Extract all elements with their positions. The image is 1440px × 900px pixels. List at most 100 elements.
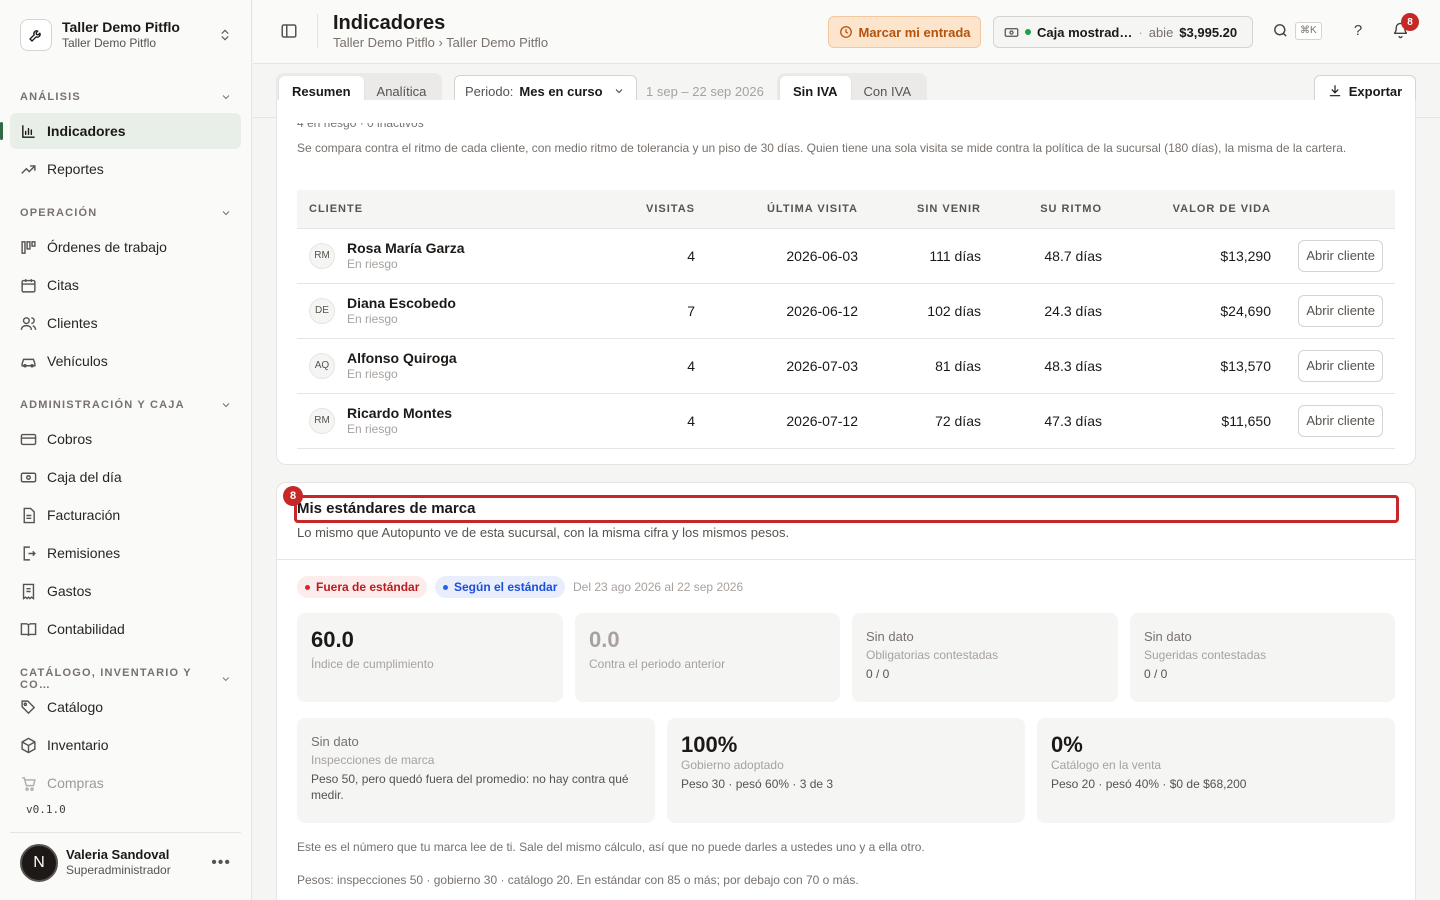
pill-label: Fuera de estándar <box>316 580 420 594</box>
status-badge-in: Según el estándar <box>435 576 566 598</box>
cell-visits: 4 <box>627 393 695 449</box>
open-client-button[interactable]: Abrir cliente <box>1298 404 1383 437</box>
clock-icon <box>839 26 852 38</box>
client-name: Rosa María Garza <box>347 239 465 256</box>
tile-extra: 0 / 0 <box>866 667 890 681</box>
standards-description: Lo mismo que Autopunto ve de esta sucurs… <box>297 525 790 540</box>
col-su-ritmo[interactable]: SU RITMO <box>981 190 1102 229</box>
tile-governance: 100% Gobierno adoptado Peso 30 · pesó 60… <box>667 718 1025 823</box>
standards-range: Del 23 ago 2026 al 22 sep 2026 <box>573 580 744 594</box>
open-client-button[interactable]: Abrir cliente <box>1298 239 1383 272</box>
sidebar-item-label: Vehículos <box>47 353 108 369</box>
user-name: Valeria Sandoval <box>66 846 170 862</box>
sidebar-item-vehiculos[interactable]: Vehículos <box>10 343 241 379</box>
avatar: AQ <box>309 352 335 379</box>
sidebar-item-remisiones[interactable]: Remisiones <box>10 535 241 571</box>
tile-label: Gobierno adoptado <box>681 758 784 772</box>
clients-table: CLIENTE VISITAS ÚLTIMA VISITA SIN VENIR … <box>297 190 1395 449</box>
avatar: RM <box>309 242 335 269</box>
sidebar-toggle-icon[interactable] <box>280 22 300 42</box>
sidebar-item-label: Facturación <box>47 507 121 523</box>
tile-mandatory-answered: Sin dato Obligatorias contestadas 0 / 0 <box>852 613 1118 702</box>
cell-lifetime: $13,290 <box>1102 228 1271 284</box>
box-icon <box>21 737 36 753</box>
sidebar-item-citas[interactable]: Citas <box>10 267 241 303</box>
export-label: Exportar <box>1348 83 1403 99</box>
sidebar-item-ordenes[interactable]: Órdenes de trabajo <box>10 229 241 265</box>
status-badge-out: Fuera de estándar <box>297 576 428 598</box>
tile-value: Sin dato <box>866 629 914 644</box>
tile-value: Sin dato <box>311 734 359 749</box>
period-value: Mes en curso <box>519 83 603 99</box>
wrench-icon <box>20 19 52 51</box>
divider <box>317 14 318 48</box>
avatar: DE <box>309 297 335 324</box>
col-valor-de-vida[interactable]: VALOR DE VIDA <box>1102 190 1271 229</box>
user-menu[interactable]: N Valeria Sandoval Superadministrador ••… <box>10 832 241 892</box>
open-client-button[interactable]: Abrir cliente <box>1298 294 1383 327</box>
sidebar-item-catalogo[interactable]: Catálogo <box>10 689 241 725</box>
document-icon <box>23 507 35 523</box>
section-analisis[interactable]: ANÁLISIS <box>20 91 232 103</box>
period-label: Periodo: <box>465 83 514 99</box>
cell-last-visit: 2026-07-12 <box>695 393 858 449</box>
client-status: En riesgo <box>347 256 398 271</box>
sidebar-item-facturacion[interactable]: Facturación <box>10 497 241 533</box>
sidebar-item-contabilidad[interactable]: Contabilidad <box>10 611 241 647</box>
table-row: RM Ricardo Montes En riesgo 4 2026-07-12 7… <box>297 393 1395 449</box>
cell-last-visit: 2026-06-12 <box>695 283 858 339</box>
sidebar-item-clientes[interactable]: Clientes <box>10 305 241 341</box>
cell-visits: 7 <box>627 283 695 339</box>
sidebar-item-reportes[interactable]: Reportes <box>10 151 241 187</box>
more-horizontal-icon[interactable]: ••• <box>211 854 231 872</box>
client-status: En riesgo <box>347 366 398 381</box>
chevron-down-icon <box>222 95 230 100</box>
cell-visits: 4 <box>627 228 695 284</box>
cell-rhythm: 47.3 días <box>981 393 1102 449</box>
help-button[interactable]: ? <box>1349 22 1367 40</box>
col-visitas[interactable]: VISITAS <box>627 190 695 229</box>
top-header: Indicadores Taller Demo Pitflo › Taller … <box>253 0 1440 64</box>
sidebar-item-label: Órdenes de trabajo <box>47 239 167 255</box>
search-icon[interactable] <box>1272 22 1290 40</box>
cash-name: Caja mostrad… <box>1037 24 1133 40</box>
cash-register-selector[interactable]: Caja mostrad… · abie $3,995.20 <box>993 16 1253 48</box>
book-icon <box>20 622 37 636</box>
risk-description: Se compara contra el ritmo de cada clien… <box>297 141 1347 155</box>
sidebar-item-caja[interactable]: Caja del día <box>10 459 241 495</box>
cell-lifetime: $24,690 <box>1102 283 1271 339</box>
col-actions <box>1271 190 1395 229</box>
sidebar-item-indicadores[interactable]: Indicadores <box>0 113 241 149</box>
col-cliente[interactable]: CLIENTE <box>297 190 627 229</box>
cash-amount: $3,995.20 <box>1179 24 1238 40</box>
col-sin-venir[interactable]: SIN VENIR <box>858 190 981 229</box>
status-dot <box>1025 29 1031 35</box>
sidebar-item-cobros[interactable]: Cobros <box>10 421 241 457</box>
workspace-switcher[interactable]: Taller Demo Pitflo Taller Demo Pitflo <box>10 12 242 58</box>
tile-value: 100% <box>681 732 738 757</box>
workspace-subtitle: Taller Demo Pitflo <box>62 36 157 51</box>
cell-rhythm: 48.7 días <box>981 228 1102 284</box>
chevron-down-icon <box>222 677 230 682</box>
section-administracion[interactable]: ADMINISTRACIÓN Y CAJA <box>20 399 232 411</box>
tile-label: Índice de cumplimiento <box>311 657 434 671</box>
tile-value: 0% <box>1051 732 1083 757</box>
sidebar-item-inventario[interactable]: Inventario <box>10 727 241 763</box>
sidebar-item-compras[interactable]: Compras <box>10 765 241 801</box>
col-ultima-visita[interactable]: ÚLTIMA VISITA <box>695 190 858 229</box>
cash-separator: · <box>1138 24 1143 40</box>
tile-brand-inspections: Sin dato Inspecciones de marca Peso 50, … <box>297 718 655 823</box>
app-version: v0.1.0 <box>26 803 66 816</box>
cell-absent: 102 días <box>858 283 981 339</box>
avatar: RM <box>309 407 335 434</box>
tile-label: Sugeridas contestadas <box>1144 648 1267 662</box>
open-client-button[interactable]: Abrir cliente <box>1298 349 1383 382</box>
cash-icon <box>1004 27 1019 37</box>
card-icon <box>20 433 37 445</box>
section-operacion[interactable]: OPERACIÓN <box>20 207 232 219</box>
sidebar-item-gastos[interactable]: Gastos <box>10 573 241 609</box>
clock-in-button[interactable]: Marcar mi entrada <box>828 16 981 48</box>
sidebar-item-label: Citas <box>47 277 79 293</box>
section-catalogo[interactable]: CATÁLOGO, INVENTARIO Y CO… <box>20 667 232 691</box>
tag-icon <box>21 699 36 714</box>
